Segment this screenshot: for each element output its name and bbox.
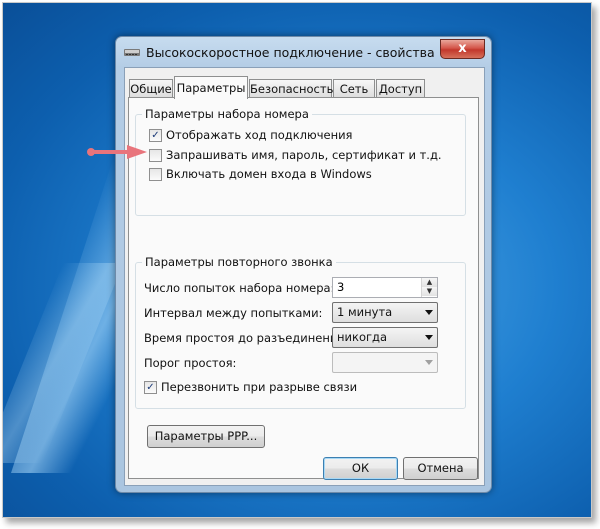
checkbox-unchecked-icon [149,149,162,162]
options-tab-panel: Параметры набора номера ✓ Отображать ход… [128,97,479,479]
prompt-credentials-checkbox[interactable]: Запрашивать имя, пароль, сертификат и т.… [149,147,449,163]
ok-button[interactable]: ОК [323,457,398,480]
idle-time-label: Время простоя до разъединения: [144,331,349,345]
tab-sharing[interactable]: Доступ [376,79,425,98]
redial-on-drop-checkbox[interactable]: ✓ Перезвонить при разрыве связи [144,379,444,395]
desktop-background: Высокоскоростное подключение - свойства … [2,2,592,518]
close-icon: x [458,41,467,56]
checkbox-checked-icon: ✓ [144,381,157,394]
checkbox-checked-icon: ✓ [149,129,162,142]
redial-interval-select[interactable]: 1 минута [332,302,438,323]
show-progress-checkbox[interactable]: ✓ Отображать ход подключения [149,127,449,143]
redial-attempts-spinner[interactable]: 3 ▲ ▼ [332,277,438,298]
tab-network[interactable]: Сеть [333,79,375,98]
redial-attempts-label: Число попыток набора номера: [144,281,335,295]
redial-options-group: Параметры повторного звонка Число попыто… [135,255,466,409]
idle-threshold-label: Порог простоя: [144,356,237,370]
tab-security[interactable]: Безопасность [249,79,333,98]
network-connection-icon [124,49,140,56]
idle-time-select[interactable]: никогда [332,327,438,348]
redial-options-title: Параметры повторного звонка [142,255,336,269]
window-title: Высокоскоростное подключение - свойства [146,45,435,60]
include-windows-domain-checkbox[interactable]: Включать домен входа в Windows [149,166,449,182]
chevron-down-icon [425,360,433,365]
red-arrow-icon [87,145,147,159]
spin-up-icon[interactable]: ▲ [422,278,437,287]
close-button[interactable]: x [440,39,485,59]
properties-dialog: Высокоскоростное подключение - свойства … [115,36,492,493]
dialog-client-area: Общие Параметры Безопасность Сеть Доступ [124,67,485,486]
spin-down-icon[interactable]: ▼ [422,287,437,296]
idle-threshold-select[interactable] [332,352,438,373]
cancel-button[interactable]: Отмена [403,457,478,480]
dialing-options-group: Параметры набора номера ✓ Отображать ход… [135,107,466,216]
tab-general[interactable]: Общие [129,79,173,98]
chevron-down-icon [425,335,433,340]
chevron-down-icon [425,310,433,315]
dialing-options-title: Параметры набора номера [142,107,312,121]
ppp-settings-button[interactable]: Параметры PPP... [147,425,265,448]
checkbox-unchecked-icon [149,168,162,181]
tab-options[interactable]: Параметры [174,76,248,99]
redial-interval-label: Интервал между попытками: [144,306,323,320]
title-bar[interactable]: Высокоскоростное подключение - свойства … [116,37,491,67]
